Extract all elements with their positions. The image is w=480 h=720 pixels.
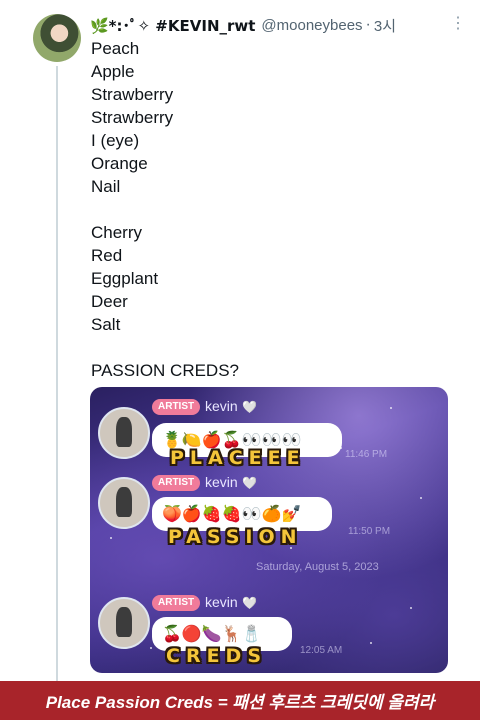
tweet-line: Cherry — [91, 223, 143, 242]
attached-image[interactable]: ARTIST kevin 🤍 🍍🍋🍎🍒👀👀👀 11:46 PM PLACEEE … — [90, 387, 448, 673]
tweet-line — [91, 198, 451, 221]
message-time: 11:46 PM — [345, 449, 388, 460]
artist-badge: ARTIST — [152, 475, 201, 491]
tweet-line: Strawberry — [91, 108, 174, 127]
separator-dot: · — [365, 16, 371, 33]
thread-line — [56, 66, 58, 681]
heart-icon: 🤍 — [242, 400, 257, 414]
tweet-header: 🌿*:･ﾟ✧ #KEVIN_rwt @mooneybees · 3시 — [90, 14, 396, 36]
tweet-line: PASSION CREDS? — [91, 361, 240, 380]
message-avatar — [98, 597, 150, 649]
profile-avatar[interactable] — [33, 14, 81, 62]
more-options-icon[interactable]: ⋮ — [448, 13, 468, 35]
sender-name: kevin — [205, 594, 238, 610]
tweet-line: Apple — [91, 62, 135, 81]
user-handle[interactable]: @mooneybees — [261, 17, 362, 34]
heart-icon: 🤍 — [242, 476, 257, 490]
date-divider: Saturday, August 5, 2023 — [256, 561, 379, 573]
tweet-line: Peach — [91, 39, 140, 58]
artist-badge: ARTIST — [152, 595, 201, 611]
heart-icon: 🤍 — [242, 596, 257, 610]
tweet-line: Nail — [91, 177, 121, 196]
message-time: 11:50 PM — [348, 526, 391, 537]
tweet-line: Deer — [91, 292, 128, 311]
caption-bar: Place Passion Creds = 패션 후르츠 크레딧에 올려라 — [0, 681, 480, 720]
overlay-word: PLACEEE — [170, 447, 306, 469]
tweet-line: Salt — [91, 315, 121, 334]
overlay-word: CREDS — [166, 645, 268, 667]
sender-name: kevin — [205, 398, 238, 414]
tweet-line: I (eye) — [91, 131, 140, 150]
tweet-line: Strawberry — [91, 85, 174, 104]
tweet-text: Peach Apple Strawberry Strawberry I (eye… — [91, 37, 451, 382]
tweet-line — [91, 336, 451, 359]
message-avatar — [98, 407, 150, 459]
tweet-line: Eggplant — [91, 269, 159, 288]
caption-text: Place Passion Creds = 패션 후르츠 크레딧에 올려라 — [45, 693, 435, 712]
message-avatar — [98, 477, 150, 529]
sender-name: kevin — [205, 474, 238, 490]
display-name[interactable]: 🌿*:･ﾟ✧ #KEVIN_rwt — [90, 15, 255, 36]
artist-badge: ARTIST — [152, 399, 201, 415]
tweet-timestamp[interactable]: 3시 — [374, 15, 396, 36]
message-time: 12:05 AM — [300, 645, 343, 656]
tweet-line: Red — [91, 246, 123, 265]
tweet-line: Orange — [91, 154, 148, 173]
overlay-word: PASSION — [168, 526, 303, 548]
